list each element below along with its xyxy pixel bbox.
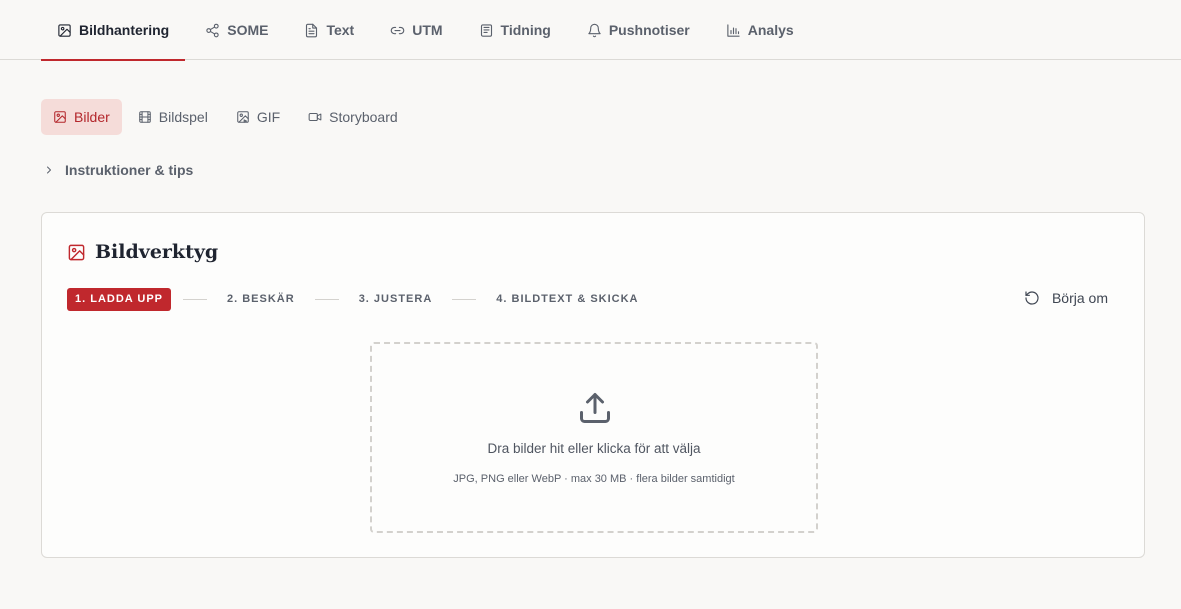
upload-icon <box>577 390 613 426</box>
upload-dropzone[interactable]: Dra bilder hit eller klicka för att välj… <box>370 342 818 533</box>
dropzone-main-text: Dra bilder hit eller klicka för att välj… <box>487 441 701 456</box>
instructions-toggle[interactable]: Instruktioner & tips <box>43 160 193 180</box>
film-icon <box>138 110 152 124</box>
tab-utm[interactable]: UTM <box>390 0 443 60</box>
tab-label: SOME <box>227 22 269 38</box>
top-tabs: Bildhantering SOME Text UTM Tidning Push… <box>41 0 830 61</box>
document-icon <box>304 23 319 38</box>
step-3[interactable]: 3. JUSTERA <box>351 288 441 311</box>
step-indicator: 1. LADDA UPP 2. BESKÄR 3. JUSTERA 4. BIL… <box>67 288 647 311</box>
image-icon <box>57 23 72 38</box>
restart-button[interactable]: Börja om <box>1024 290 1108 306</box>
tab-label: Pushnotiser <box>608 22 690 38</box>
subtab-label: Bildspel <box>158 109 208 125</box>
chevron-right-icon <box>43 164 55 176</box>
subtab-gif[interactable]: GIF <box>224 99 292 135</box>
tab-some[interactable]: SOME <box>205 0 268 60</box>
step-divider <box>314 299 339 300</box>
image-icon <box>53 110 67 124</box>
subtab-label: Storyboard <box>329 109 398 125</box>
card-header: Bildverktyg <box>67 241 218 263</box>
share-icon <box>205 23 220 38</box>
subtab-bilder[interactable]: Bilder <box>41 99 122 135</box>
step-2[interactable]: 2. BESKÄR <box>219 288 303 311</box>
link-icon <box>390 23 405 38</box>
sub-tabs: Bilder Bildspel GIF Storyboard <box>41 99 414 135</box>
dropzone-sub-text: JPG, PNG eller WebP · max 30 MB · flera … <box>453 473 735 485</box>
tab-label: Tidning <box>500 22 551 38</box>
tab-pushnotiser[interactable]: Pushnotiser <box>587 0 690 60</box>
subtab-storyboard[interactable]: Storyboard <box>296 99 409 135</box>
step-4[interactable]: 4. BILDTEXT & SKICKA <box>488 288 646 311</box>
tab-label: Text <box>326 22 355 38</box>
gif-image-icon <box>236 110 250 124</box>
subtab-label: Bilder <box>74 109 110 125</box>
image-tool-card: Bildverktyg 1. LADDA UPP 2. BESKÄR 3. JU… <box>41 212 1145 558</box>
tab-bildhantering[interactable]: Bildhantering <box>41 0 186 61</box>
rotate-ccw-icon <box>1024 290 1040 306</box>
tab-text[interactable]: Text <box>304 0 354 60</box>
image-icon <box>67 243 86 262</box>
subtab-bildspel[interactable]: Bildspel <box>126 99 220 135</box>
bell-icon <box>587 23 602 38</box>
tab-tidning[interactable]: Tidning <box>479 0 551 60</box>
newspaper-icon <box>479 23 494 38</box>
subtab-label: GIF <box>256 109 281 125</box>
restart-label: Börja om <box>1051 290 1108 306</box>
tab-label: UTM <box>412 22 443 38</box>
video-icon <box>308 110 322 124</box>
card-title: Bildverktyg <box>95 241 219 263</box>
tab-analys[interactable]: Analys <box>726 0 794 60</box>
tab-label: Bildhantering <box>79 22 170 38</box>
tab-label: Analys <box>747 22 794 38</box>
top-navigation: Bildhantering SOME Text UTM Tidning Push… <box>0 0 1181 61</box>
step-divider <box>452 299 477 300</box>
bar-chart-icon <box>726 23 741 38</box>
step-divider <box>183 299 207 300</box>
step-1[interactable]: 1. LADDA UPP <box>67 288 171 311</box>
instructions-label: Instruktioner & tips <box>65 162 194 178</box>
